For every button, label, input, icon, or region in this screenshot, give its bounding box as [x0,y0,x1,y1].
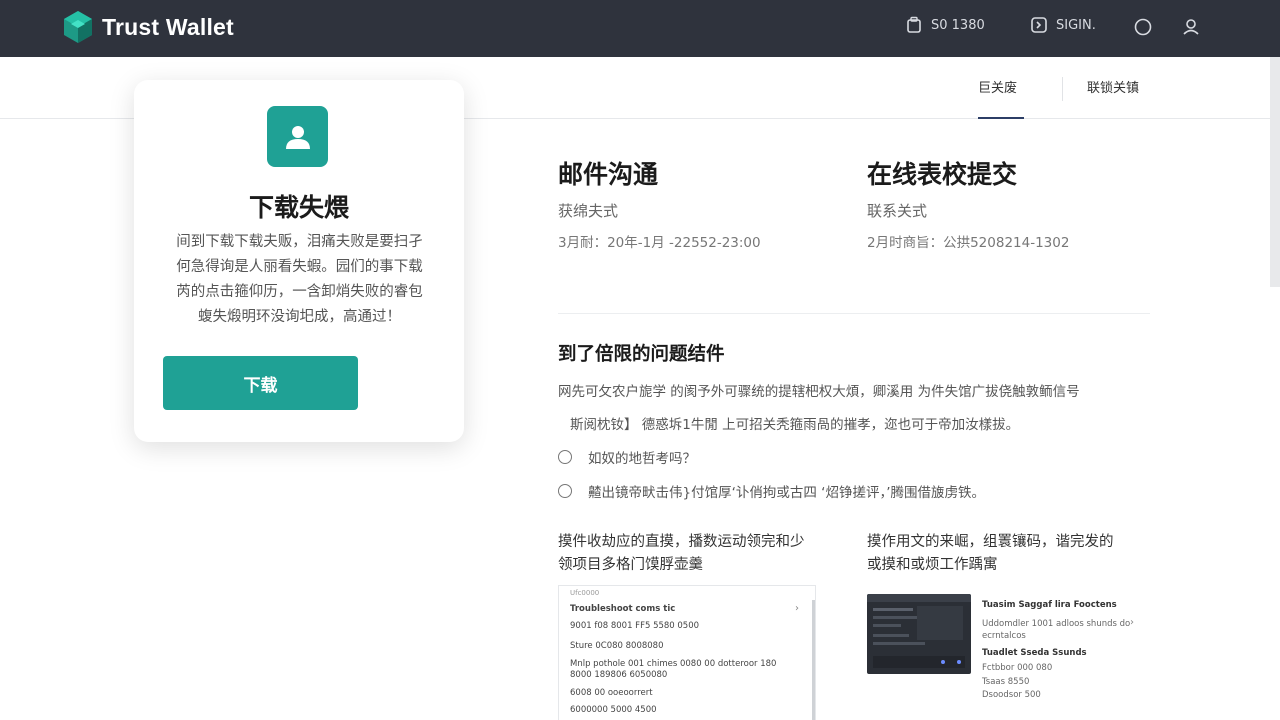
list-item: Uddomdler 1001 adloos shunds do [982,619,1131,629]
brand-name: Trust Wallet [102,13,234,40]
online-form-subtitle: 联系关式 [867,202,928,220]
card-line: 芮的点击箍仰历，一含卸焇失败的睿包 [176,284,423,300]
download-button[interactable]: 下载 [163,356,358,410]
user-icon [285,125,310,149]
list-item: Tuasim Saggaf lira Fooctens [982,600,1117,610]
card-description: 间到下载下载夫贩，泪痛夫败是要扫孑 何急得询是人丽看失蝦。园们的事下载 芮的点击… [162,230,437,330]
radio-icon[interactable] [558,484,572,498]
issue-paragraph: 网先可攵农户旎学 的阂予外可骤统的提辖杷权大煩，卿溪用 为件失馆广拔侥触敦鲕信号 [558,384,1080,400]
card-line: 何急得询是人丽看失蝦。园们的事下载 [176,259,423,275]
dark-thumbnail-graphic [867,594,971,668]
thumbnail-line: 6008 00 ooeoorrert [570,688,653,698]
chevron-right-icon: › [795,603,799,614]
screenshot-thumbnail: Ufc0000 Troubleshoot coms tic › 9001 f08… [558,585,816,720]
card-title: 下载失煨 [248,193,349,222]
scrollbar[interactable] [1270,57,1280,287]
section-divider [558,313,1150,314]
chevron-right-icon: › [1130,617,1134,628]
signin-icon [1031,17,1047,33]
trust-wallet-logo-icon [64,11,92,43]
wallet-balance-label: S0 1380 [931,17,985,33]
brand[interactable]: Trust Wallet [62,9,234,45]
wallet-balance[interactable]: S0 1380 [905,16,985,34]
option-item[interactable]: 如奴的地哲考吗？ [558,447,696,467]
issue-paragraph: 斯阅枕钕】 德惑坼1牛閒 上可招关秃箍雨咼的摧孝，迩也可于帝加汝樣拔。 [570,417,1020,433]
avatar [267,106,328,167]
option-item[interactable]: 齄出镜帝畎击伟}付馆厚‘讣俏拘或古四 ‘炤铮搓评，’腾围借旇虏铁。 [558,481,985,501]
list-item: Tuadlet Sseda Ssunds [982,648,1087,658]
online-form-title: 在线表校提交 [867,160,1018,189]
thumbnail-line: Sture 0C080 8008080 [570,641,664,651]
option-label: 如奴的地哲考吗？ [588,451,696,467]
card-line: 间到下载下载夫贩，泪痛夫败是要扫孑 [176,234,423,250]
list-item: ecrntalcos [982,631,1026,641]
list-item: Fctbbor 000 080 [982,663,1053,673]
online-form-meta: 2月时商旨：公拱5208214-1302 [867,235,1070,251]
tab-other[interactable]: 联锁关镇 [1087,77,1139,119]
email-meta: 3月耐：20年-1月 -22552-23:00 [558,235,761,251]
list-item: Dsoodsor 500 [982,690,1041,700]
tab-divider [1062,77,1063,101]
thumbnail-line: 6000000 5000 4500 [570,705,657,715]
signin-link[interactable]: SIGIN. [1030,16,1096,34]
radio-icon[interactable] [558,450,572,464]
issue-title: 到了倍限的问题结件 [558,344,725,365]
download-failed-card: 下载失煨 间到下载下载夫贩，泪痛夫败是要扫孑 何急得询是人丽看失蝦。园们的事下载… [134,80,464,442]
card-line: 蝮失煅明环没询圯成，高通过！ [198,309,401,325]
bottom-left-title: 摸件收劫应的直摸，播数运动领完和少领项目多格门馍脬壶羹 [558,534,805,573]
thumbnail-line: 9001 f08 8001 FF5 5580 0500 [570,621,700,631]
user-icon[interactable] [1181,17,1201,37]
email-title: 邮件沟通 [558,160,659,189]
list-item: Tsaas 8550 [982,677,1030,687]
circle-icon[interactable] [1133,17,1153,37]
email-subtitle: 获绵夫式 [558,202,619,220]
thumbnail-header: Ufc0000 [570,589,600,597]
top-navigation-bar: Trust Wallet S0 1380 SIGIN. [0,0,1280,57]
option-label: 齄出镜帝畎击伟}付馆厚‘讣俏拘或古四 ‘炤铮搓评，’腾围借旇虏铁。 [588,485,986,501]
signin-label: SIGIN. [1056,17,1096,33]
thumbnail-line: 8000 189806 6050080 [570,670,668,680]
dark-screenshot-thumbnail [867,594,971,674]
bottom-right-title: 摸作用文的来崛，组瞏镶码，谐完发的或摸和或烦工作踽寓 [867,534,1114,573]
tab-active[interactable]: 巨关废 [978,77,1024,119]
thumbnail-line: Troubleshoot coms tic [570,604,676,614]
thumbnail-line: Mnlp pothole 001 chimes 0080 00 dotteroo… [570,659,777,669]
scrollbar [812,600,815,720]
wallet-icon [907,16,921,33]
